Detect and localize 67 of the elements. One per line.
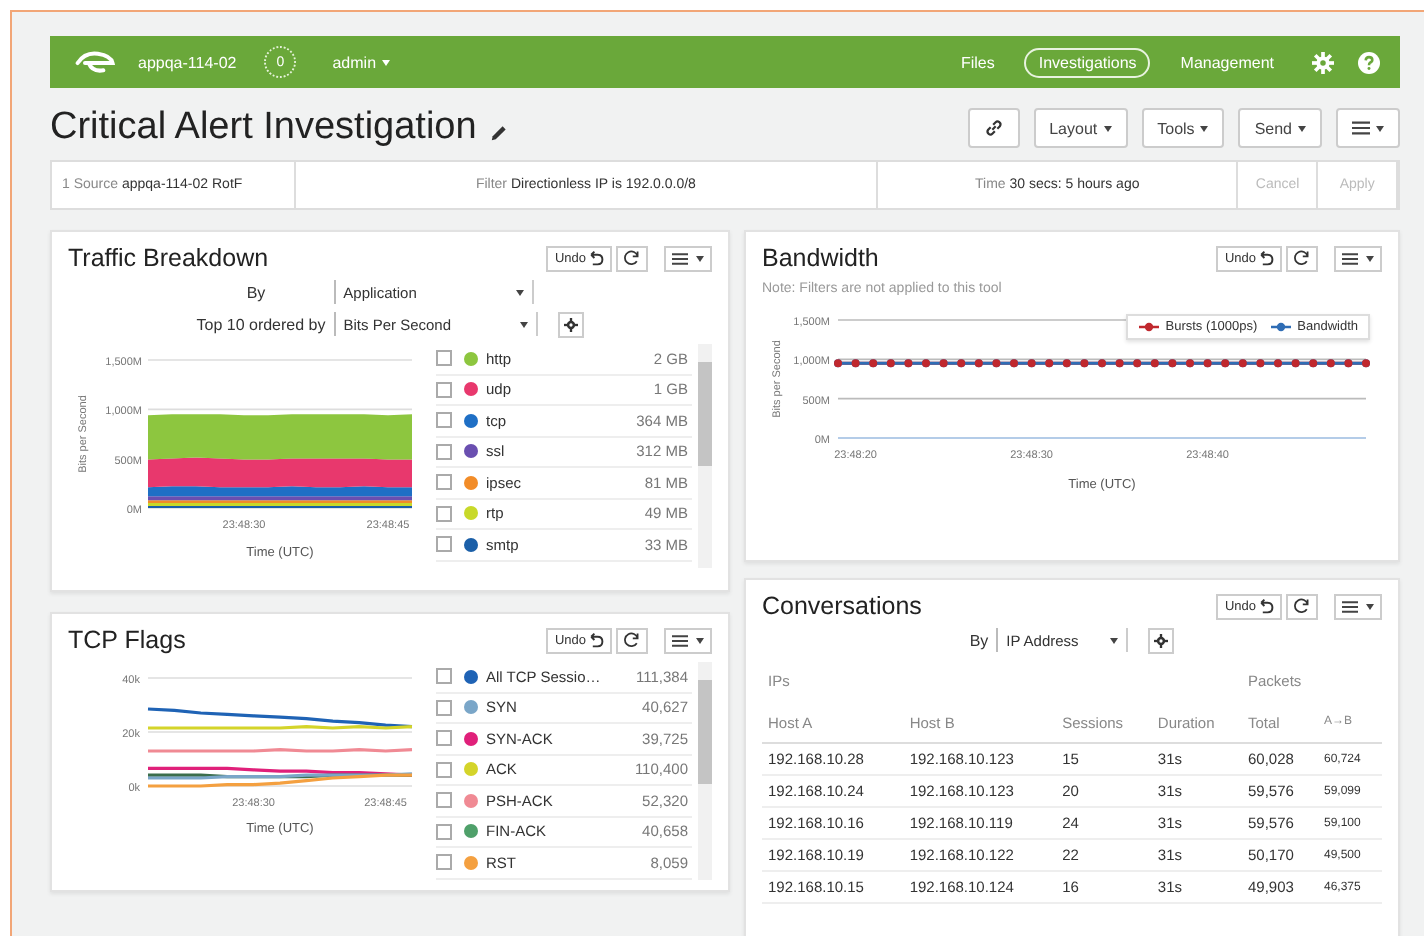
refresh-icon [1294, 250, 1310, 266]
field-label: By [246, 283, 266, 301]
link-button[interactable] [967, 108, 1020, 148]
checkbox[interactable] [436, 536, 452, 553]
settings-icon[interactable] [1312, 51, 1334, 73]
page-title: Critical Alert Investigation [50, 106, 477, 150]
undo-icon [588, 632, 604, 648]
menu-icon [1352, 120, 1370, 136]
menu-icon [672, 633, 688, 647]
checkbox[interactable] [436, 699, 452, 716]
menu-icon [1342, 599, 1358, 613]
settings-button[interactable] [1148, 627, 1175, 653]
checkbox[interactable] [436, 730, 452, 747]
menu-icon [1342, 251, 1358, 265]
link-icon [983, 118, 1004, 138]
refresh-icon [624, 250, 640, 266]
refresh-button[interactable] [1286, 245, 1318, 271]
menu-button[interactable] [1334, 593, 1382, 619]
checkbox[interactable] [436, 350, 452, 367]
refresh-icon [1294, 598, 1310, 614]
user-menu[interactable]: admin [332, 53, 377, 71]
field-label: By [969, 631, 989, 649]
panel-title: TCP Flags [68, 626, 186, 654]
dropdown-button[interactable]: Send [1238, 108, 1322, 148]
menu-icon [672, 251, 688, 265]
field-label: Top 10 ordered by [196, 315, 326, 333]
checkbox[interactable] [436, 792, 452, 809]
undo-icon [1258, 250, 1274, 266]
nav-link[interactable]: Management [1166, 47, 1288, 77]
menu-button[interactable] [664, 245, 712, 271]
panel-title: Traffic Breakdown [68, 244, 269, 272]
nav-link[interactable]: Files [946, 47, 1009, 77]
refresh-icon [624, 632, 640, 648]
panel-title: Conversations [762, 592, 922, 620]
checkbox[interactable] [436, 474, 452, 491]
menu-button[interactable] [1334, 245, 1382, 271]
scrollbar[interactable] [698, 662, 712, 879]
gear-icon [563, 317, 578, 331]
legend-marker-icon [1269, 322, 1292, 332]
refresh-button[interactable] [1286, 593, 1318, 619]
checkbox[interactable] [436, 505, 452, 522]
menu-button[interactable] [664, 627, 712, 653]
checkbox[interactable] [436, 443, 452, 460]
caret-icon [382, 59, 391, 65]
undo-icon [588, 250, 604, 266]
help-icon[interactable] [1358, 51, 1380, 73]
checkbox[interactable] [436, 761, 452, 778]
checkbox[interactable] [436, 412, 452, 429]
dropdown-button[interactable]: Layout [1033, 108, 1128, 148]
pencil-icon[interactable] [490, 123, 509, 141]
checkbox[interactable] [436, 668, 452, 685]
dropdown-button[interactable]: Tools [1141, 108, 1225, 148]
settings-button[interactable] [557, 311, 584, 337]
legend-marker-icon [1137, 322, 1160, 332]
panel-title: Bandwidth [762, 244, 879, 272]
undo-icon [1258, 598, 1274, 614]
refresh-button[interactable] [616, 627, 648, 653]
gear-icon [1154, 633, 1169, 647]
scrollbar[interactable] [698, 344, 712, 568]
logo-icon[interactable] [74, 49, 118, 75]
menu-button[interactable] [1336, 108, 1400, 148]
nav-link[interactable]: Investigations [1024, 47, 1151, 77]
checkbox[interactable] [436, 823, 452, 840]
checkbox[interactable] [436, 854, 452, 871]
refresh-button[interactable] [616, 245, 648, 271]
checkbox[interactable] [436, 381, 452, 398]
host-name: appqa-114-02 [138, 53, 237, 71]
